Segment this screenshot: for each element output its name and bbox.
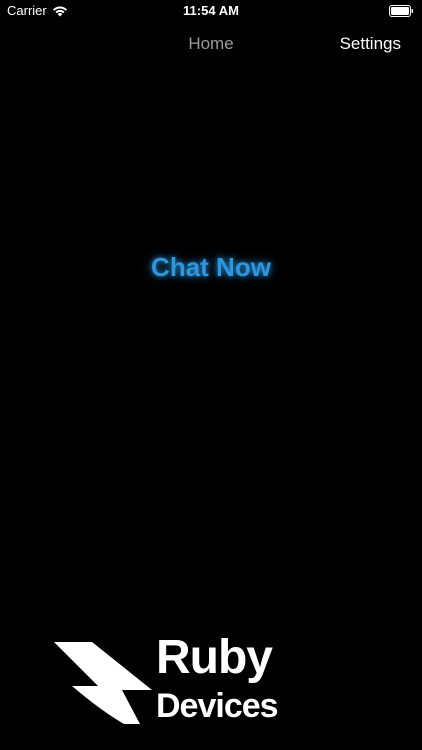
settings-button[interactable]: Settings — [340, 34, 401, 54]
brand-logo: Ruby Devices — [52, 634, 322, 730]
battery-icon — [389, 5, 414, 17]
brand-name-line1: Ruby — [156, 631, 273, 684]
brand-name-line2: Devices — [156, 687, 279, 725]
navigation-bar: Home Settings — [0, 22, 422, 66]
bird-icon — [54, 642, 152, 724]
status-bar: Carrier 11:54 AM — [0, 0, 422, 22]
status-time: 11:54 AM — [183, 3, 239, 18]
chat-now-button[interactable]: Chat Now — [121, 252, 301, 283]
